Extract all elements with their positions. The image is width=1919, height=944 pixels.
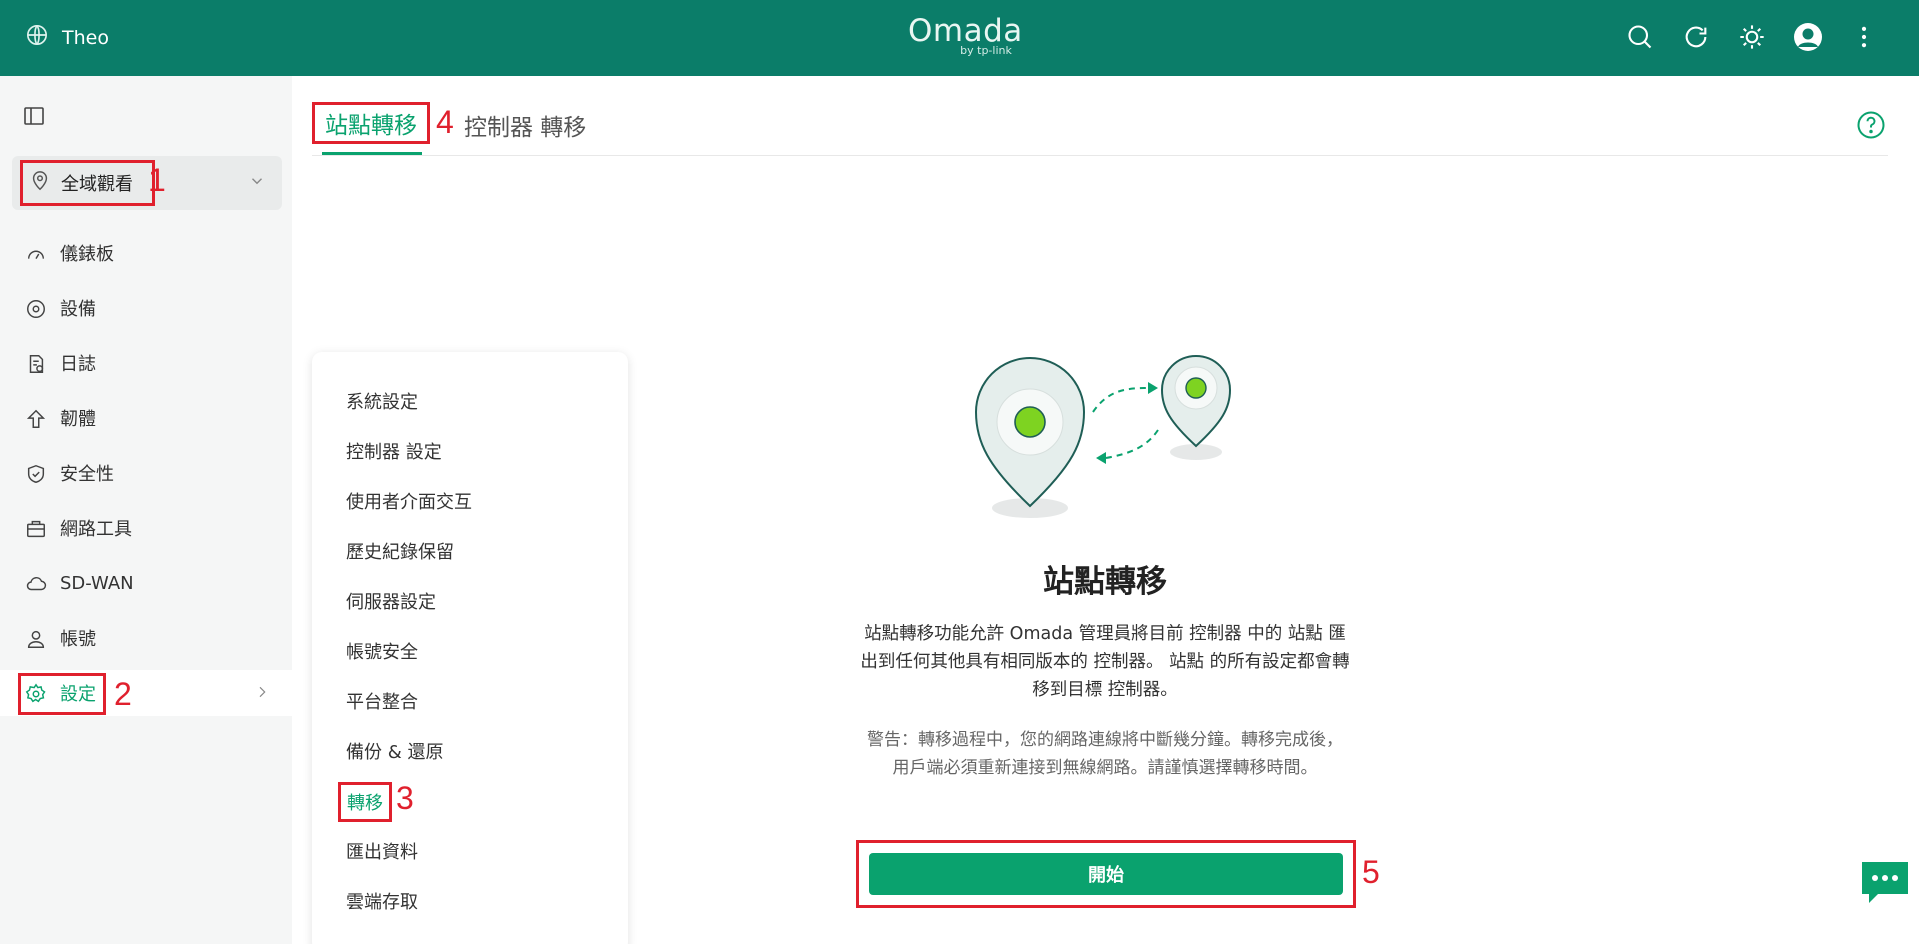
site-name: Theo bbox=[62, 26, 109, 49]
sidebar: 全域觀看 1 儀錶板 設備 日誌 韌體 安全性 網路工具 SD-WAN 帳號 設… bbox=[0, 76, 292, 944]
shield-icon bbox=[24, 462, 48, 486]
submenu-item-controller[interactable]: 控制器 設定 bbox=[346, 438, 442, 464]
annotation-1: 1 bbox=[148, 162, 166, 198]
top-bar: Theo Omada by tp-link bbox=[0, 0, 1919, 76]
scope-label: 全域觀看 bbox=[61, 174, 133, 195]
submenu-item-server[interactable]: 伺服器設定 bbox=[346, 588, 436, 614]
sidebar-item-label: SD-WAN bbox=[60, 572, 134, 594]
search-icon[interactable] bbox=[1625, 22, 1655, 52]
scope-selector[interactable]: 全域觀看 bbox=[12, 156, 282, 210]
chevron-right-icon bbox=[254, 684, 270, 705]
submenu-item-migration[interactable]: 轉移 bbox=[338, 782, 392, 822]
start-button[interactable]: 開始 bbox=[869, 853, 1343, 895]
annotation-2: 2 bbox=[114, 676, 132, 712]
sidebar-item-label: 網路工具 bbox=[60, 519, 132, 540]
devices-icon bbox=[24, 297, 48, 321]
submenu-item-history[interactable]: 歷史紀錄保留 bbox=[346, 538, 454, 564]
settings-submenu: 系統設定 控制器 設定 使用者介面交互 歷史紀錄保留 伺服器設定 帳號安全 平台… bbox=[312, 352, 628, 944]
dashboard-icon bbox=[24, 242, 48, 266]
chat-icon[interactable] bbox=[1860, 858, 1910, 910]
sidebar-item-label: 韌體 bbox=[60, 409, 96, 430]
tab-bar: 站點轉移 4 控制器 轉移 bbox=[312, 100, 1888, 156]
sidebar-item-account[interactable]: 帳號 bbox=[0, 615, 292, 661]
logo-sub: by tp-link bbox=[960, 44, 1012, 57]
sidebar-toggle-icon[interactable] bbox=[22, 104, 48, 130]
location-icon bbox=[29, 170, 51, 197]
submenu-item-ui-interaction[interactable]: 使用者介面交互 bbox=[346, 488, 472, 514]
annotation-4: 4 bbox=[436, 104, 454, 140]
gear-icon bbox=[24, 682, 48, 706]
avatar[interactable] bbox=[1793, 22, 1823, 52]
submenu-item-backup[interactable]: 備份 & 還原 bbox=[346, 738, 443, 764]
sidebar-item-firmware[interactable]: 韌體 bbox=[0, 395, 292, 441]
toolbox-icon bbox=[24, 517, 48, 541]
sidebar-item-label: 日誌 bbox=[60, 354, 96, 375]
tab-underline bbox=[322, 152, 422, 155]
help-icon[interactable] bbox=[1856, 110, 1886, 144]
migration-illustration bbox=[968, 346, 1248, 532]
sidebar-item-label: 安全性 bbox=[60, 464, 114, 485]
sidebar-item-label: 設備 bbox=[60, 299, 96, 320]
sidebar-item-devices[interactable]: 設備 bbox=[0, 285, 292, 331]
sidebar-item-label: 儀錶板 bbox=[60, 244, 114, 265]
migration-warning: 警告：轉移過程中，您的網路連線將中斷幾分鐘。轉移完成後，用戶端必須重新連接到無線… bbox=[867, 730, 1343, 778]
sidebar-item-label: 設定 bbox=[60, 684, 96, 705]
start-button-highlight: 開始 bbox=[856, 840, 1356, 908]
submenu-item-system[interactable]: 系統設定 bbox=[346, 388, 418, 414]
submenu-item-account-security[interactable]: 帳號安全 bbox=[346, 638, 418, 664]
tab-site-migration[interactable]: 站點轉移 bbox=[312, 102, 430, 144]
sidebar-item-network-tools[interactable]: 網路工具 bbox=[0, 505, 292, 551]
page-title: 站點轉移 bbox=[1043, 564, 1167, 600]
submenu-item-platform[interactable]: 平台整合 bbox=[346, 688, 418, 714]
logs-icon bbox=[24, 352, 48, 376]
omada-logo: Omada by tp-link bbox=[908, 13, 1023, 57]
sidebar-item-settings[interactable]: 設定 bbox=[0, 670, 292, 716]
sidebar-item-dashboard[interactable]: 儀錶板 bbox=[0, 230, 292, 276]
site-selector[interactable]: Theo bbox=[26, 24, 109, 51]
tab-controller-migration[interactable]: 控制器 轉移 bbox=[464, 108, 586, 142]
cloud-icon bbox=[24, 572, 48, 596]
sidebar-item-security[interactable]: 安全性 bbox=[0, 450, 292, 496]
annotation-5: 5 bbox=[1362, 854, 1380, 890]
chevron-down-icon bbox=[248, 172, 266, 194]
more-icon[interactable] bbox=[1849, 22, 1879, 52]
annotation-3: 3 bbox=[396, 780, 414, 816]
logo-text: Omada bbox=[908, 13, 1023, 49]
globe-icon bbox=[26, 24, 48, 51]
sidebar-item-label: 帳號 bbox=[60, 629, 96, 650]
migration-description: 站點轉移功能允許 Omada 管理員將目前 控制器 中的 站點 匯出到任何其他具… bbox=[860, 624, 1350, 700]
sidebar-item-sd-wan[interactable]: SD-WAN bbox=[0, 560, 292, 606]
refresh-icon[interactable] bbox=[1681, 22, 1711, 52]
user-icon bbox=[24, 627, 48, 651]
firmware-icon bbox=[24, 407, 48, 431]
submenu-item-cloud-access[interactable]: 雲端存取 bbox=[346, 888, 418, 914]
scope-highlight: 全域觀看 bbox=[20, 160, 155, 206]
theme-icon[interactable] bbox=[1737, 22, 1767, 52]
submenu-item-export[interactable]: 匯出資料 bbox=[346, 838, 418, 864]
sidebar-item-logs[interactable]: 日誌 bbox=[0, 340, 292, 386]
